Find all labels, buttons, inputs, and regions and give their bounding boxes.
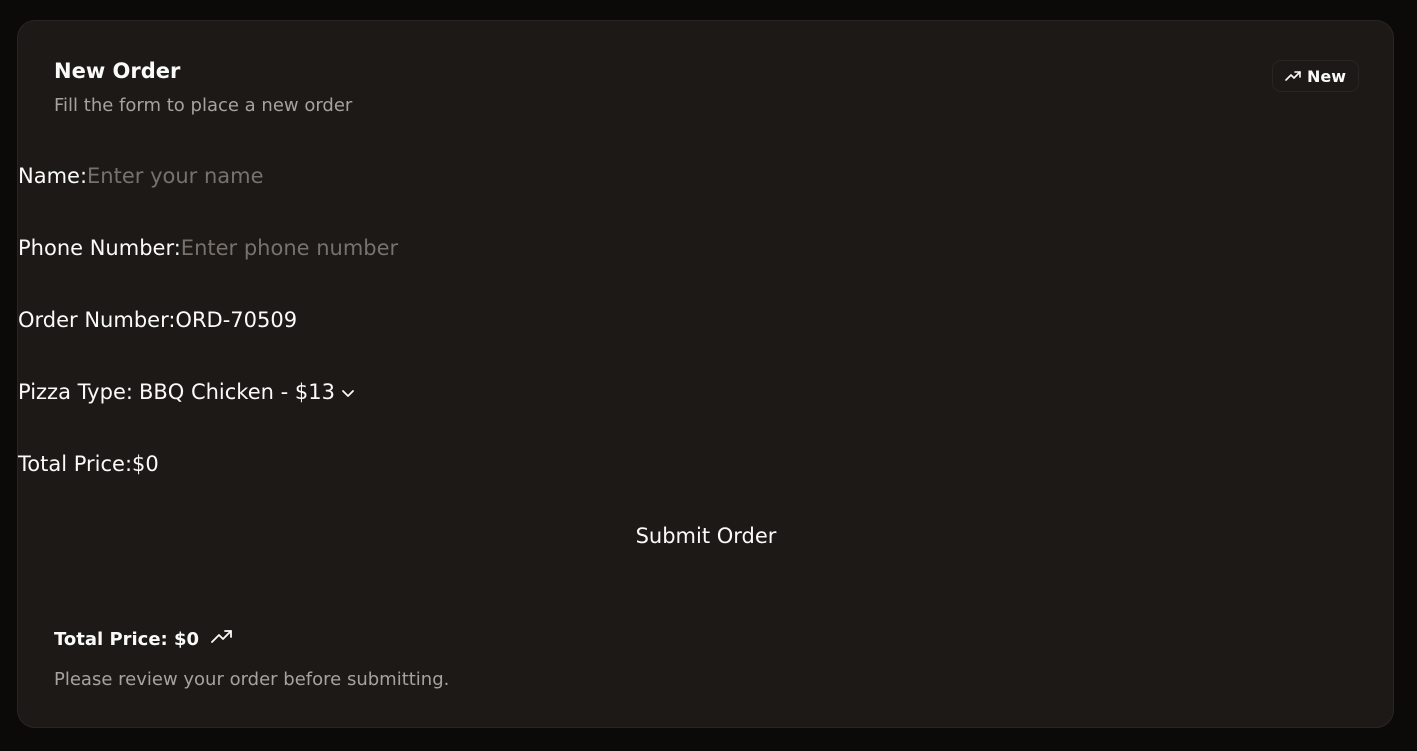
- trending-up-icon: [211, 627, 233, 653]
- footer-total: Total Price: $0: [54, 627, 233, 653]
- pizza-type-selected: BBQ Chicken - $13: [138, 380, 335, 404]
- phone-input[interactable]: [180, 236, 561, 260]
- order-number-label: Order Number:: [18, 308, 176, 332]
- trending-up-icon: [1285, 70, 1301, 82]
- pizza-type-label: Pizza Type:: [18, 380, 133, 404]
- pizza-type-row: Pizza Type: BBQ Chicken - $13: [18, 377, 355, 407]
- card-title: New Order: [54, 59, 181, 83]
- name-row: Name:: [18, 161, 468, 191]
- total-price-label: Total Price:: [18, 452, 133, 476]
- pizza-type-select[interactable]: BBQ Chicken - $13: [139, 377, 355, 407]
- new-badge: New: [1272, 60, 1359, 92]
- badge-label: New: [1306, 66, 1347, 86]
- total-price-value: $0: [132, 452, 159, 476]
- name-input[interactable]: [87, 164, 468, 188]
- order-card: New Order Fill the form to place a new o…: [17, 20, 1394, 728]
- card-subtitle: Fill the form to place a new order: [54, 95, 353, 116]
- total-price-row: Total Price: $0: [18, 449, 159, 479]
- phone-row: Phone Number:: [18, 233, 561, 263]
- chevron-down-icon: [341, 377, 355, 407]
- order-number-value: ORD-70509: [175, 308, 298, 332]
- submit-order-button[interactable]: Submit Order: [578, 519, 834, 553]
- footer-note: Please review your order before submitti…: [54, 669, 450, 690]
- phone-label: Phone Number:: [18, 236, 181, 260]
- order-number-row: Order Number: ORD-70509: [18, 305, 297, 335]
- footer-total-text: Total Price: $0: [54, 629, 200, 650]
- name-label: Name:: [18, 164, 88, 188]
